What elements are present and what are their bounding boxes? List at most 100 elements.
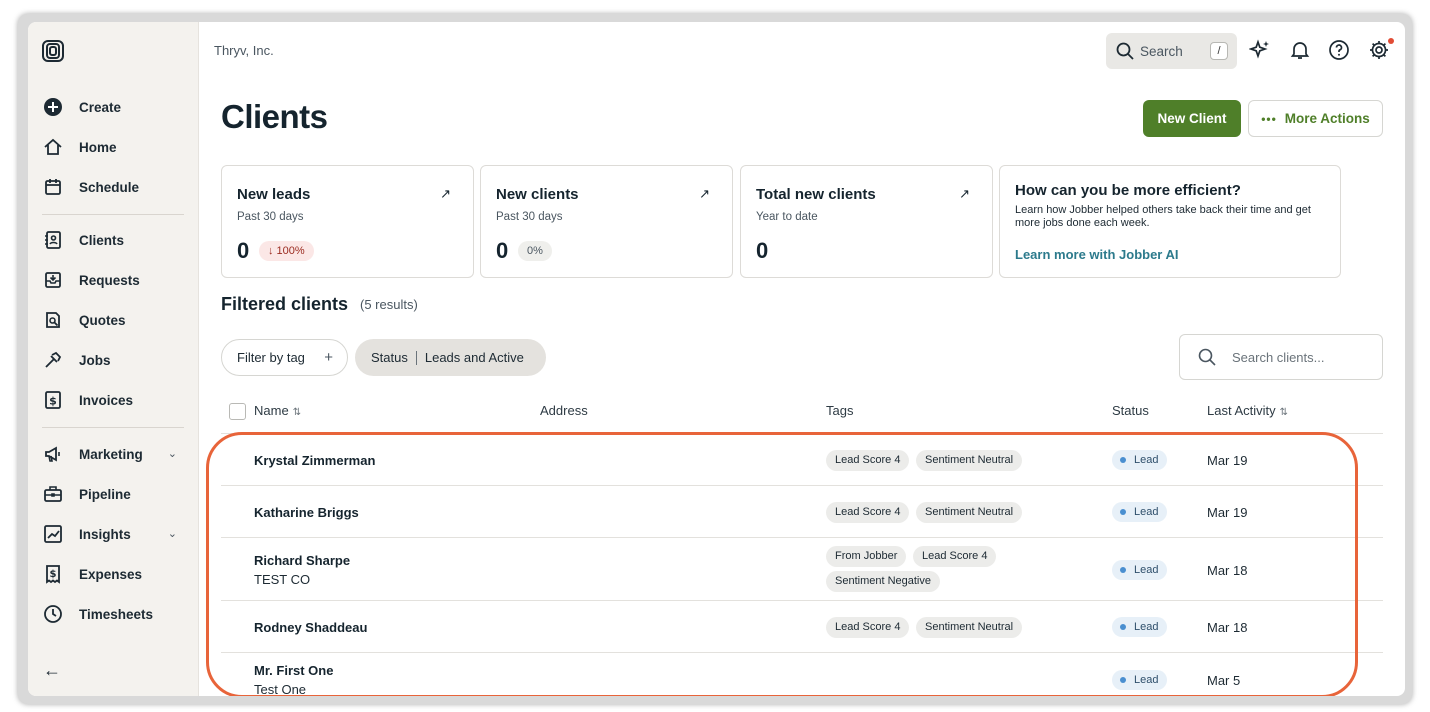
sidebar-item-label: Insights: [79, 526, 131, 542]
status-filter-chip[interactable]: Status Leads and Active: [355, 339, 546, 376]
plus-icon: +: [324, 349, 333, 366]
plus-circle-icon: [43, 97, 63, 117]
table-row[interactable]: Krystal Zimmerman Lead Score 4 Sentiment…: [221, 433, 1383, 485]
chevron-down-icon[interactable]: ⌄: [168, 527, 177, 540]
sidebar-item-jobs[interactable]: Jobs: [28, 344, 199, 376]
briefcase-icon: [43, 484, 63, 504]
status-column-header: Status: [1112, 403, 1149, 418]
sidebar-item-label: Create: [79, 99, 122, 115]
tag-chip: From Jobber: [826, 546, 907, 567]
sidebar-item-requests[interactable]: Requests: [28, 264, 199, 296]
client-name: Richard Sharpe: [254, 553, 351, 568]
megaphone-icon: [43, 444, 63, 464]
sidebar-item-clients[interactable]: Clients: [28, 224, 199, 256]
card-value: 0: [237, 238, 250, 263]
sidebar-item-label: Jobs: [79, 352, 111, 368]
tag-chip: Lead Score 4: [826, 450, 910, 471]
table-row[interactable]: Rodney Shaddeau Lead Score 4 Sentiment N…: [221, 600, 1383, 652]
search-icon: [1198, 348, 1216, 366]
receipt-icon: $: [43, 564, 63, 584]
page-title: Clients: [221, 98, 328, 135]
tag-chip: Sentiment Neutral: [916, 617, 1023, 638]
gear-icon[interactable]: [1368, 39, 1390, 61]
sidebar-item-quotes[interactable]: Quotes: [28, 304, 199, 336]
table-row[interactable]: Richard Sharpe TEST CO From Jobber Lead …: [221, 537, 1383, 600]
sidebar-item-invoices[interactable]: $ Invoices: [28, 384, 199, 416]
sidebar-item-home[interactable]: Home: [28, 131, 199, 163]
last-activity-column-header[interactable]: Last Activity ⇅: [1207, 403, 1288, 418]
filter-by-tag-label: Filter by tag: [237, 350, 305, 365]
status-dot: [1120, 457, 1126, 463]
name-column-header[interactable]: Name ⇅: [254, 403, 301, 418]
card-value: 0: [496, 238, 509, 263]
sidebar-item-pipeline[interactable]: Pipeline: [28, 478, 199, 510]
app-window: Create Home Schedule Clients Requests Qu…: [28, 22, 1405, 696]
collapse-sidebar-arrow-icon[interactable]: ←: [43, 660, 63, 680]
svg-text:$: $: [50, 569, 57, 580]
card-title: New leads: [237, 186, 311, 203]
sidebar-item-timesheets[interactable]: Timesheets: [28, 598, 199, 630]
tag-chip: Lead Score 4: [913, 546, 997, 567]
trend-badge: 0%: [518, 241, 552, 261]
sidebar-item-marketing[interactable]: Marketing ⌄: [28, 438, 199, 470]
clock-icon: [43, 604, 63, 624]
more-actions-button[interactable]: ••• More Actions: [1248, 100, 1383, 137]
new-leads-card[interactable]: New leads ↗ Past 30 days 0 ↓ 100%: [221, 165, 474, 278]
table-row[interactable]: Katharine Briggs Lead Score 4 Sentiment …: [221, 485, 1383, 537]
jobber-ai-link[interactable]: Learn more with Jobber AI: [1015, 247, 1179, 262]
status-badge: Lead: [1112, 450, 1168, 470]
sparkle-icon[interactable]: [1249, 39, 1271, 61]
chip-divider: [415, 350, 417, 365]
name-header-label: Name: [254, 403, 289, 418]
chevron-down-icon[interactable]: ⌄: [168, 447, 177, 460]
sidebar-item-create[interactable]: Create: [28, 91, 199, 123]
tag-chip: Sentiment Negative: [826, 571, 940, 592]
search-label: Search: [1140, 43, 1183, 59]
client-name: Katharine Briggs: [254, 505, 359, 520]
table-row[interactable]: Mr. First One Test One Lead Mar 5: [221, 652, 1383, 696]
card-subtitle: Past 30 days: [237, 211, 304, 223]
trend-badge: ↓ 100%: [259, 241, 314, 261]
total-new-clients-card[interactable]: Total new clients ↗ Year to date 0: [740, 165, 993, 278]
hammer-icon: [43, 350, 63, 370]
last-activity-date: Mar 18: [1207, 620, 1248, 635]
sidebar: Create Home Schedule Clients Requests Qu…: [28, 22, 199, 696]
global-search-button[interactable]: Search /: [1106, 33, 1237, 69]
tag-chip: Lead Score 4: [826, 502, 910, 523]
status-badge: Lead: [1112, 560, 1168, 580]
new-client-button[interactable]: New Client: [1143, 100, 1241, 137]
search-clients-placeholder: Search clients...: [1232, 349, 1325, 365]
svg-text:$: $: [49, 395, 57, 408]
more-actions-label: More Actions: [1284, 111, 1370, 126]
jobber-logo-icon[interactable]: [41, 39, 65, 63]
sidebar-item-expenses[interactable]: $ Expenses: [28, 558, 199, 590]
client-name: Mr. First One: [254, 663, 334, 678]
new-clients-card[interactable]: New clients ↗ Past 30 days 0 0%: [480, 165, 733, 278]
tag-chip: Lead Score 4: [826, 617, 910, 638]
status-label: Lead: [1134, 621, 1159, 633]
bell-icon[interactable]: [1289, 39, 1311, 61]
sidebar-item-label: Schedule: [79, 179, 140, 195]
client-name: Rodney Shaddeau: [254, 620, 368, 635]
status-label: Lead: [1134, 454, 1159, 466]
search-shortcut-key: /: [1210, 42, 1228, 60]
filtered-clients-heading: Filtered clients: [221, 294, 349, 314]
card-subtitle: Year to date: [756, 211, 818, 223]
invoice-icon: $: [43, 390, 63, 410]
sidebar-item-label: Home: [79, 139, 117, 155]
last-activity-header-label: Last Activity: [1207, 403, 1276, 418]
search-clients-input[interactable]: Search clients...: [1179, 334, 1383, 380]
filter-by-tag-button[interactable]: Filter by tag +: [221, 339, 348, 376]
sidebar-divider: [42, 427, 184, 428]
select-all-checkbox[interactable]: [229, 403, 246, 420]
status-dot: [1120, 509, 1126, 515]
company-name: Thryv, Inc.: [214, 43, 274, 58]
promo-link-label: Learn more with Jobber AI: [1015, 247, 1179, 262]
help-icon[interactable]: [1328, 39, 1350, 61]
last-activity-date: Mar 19: [1207, 505, 1248, 520]
promo-title: How can you be more efficient?: [1015, 182, 1241, 199]
client-company: Test One: [254, 682, 307, 696]
sidebar-item-insights[interactable]: Insights ⌄: [28, 518, 199, 550]
sidebar-item-label: Expenses: [79, 566, 143, 582]
sidebar-item-schedule[interactable]: Schedule: [28, 171, 199, 203]
